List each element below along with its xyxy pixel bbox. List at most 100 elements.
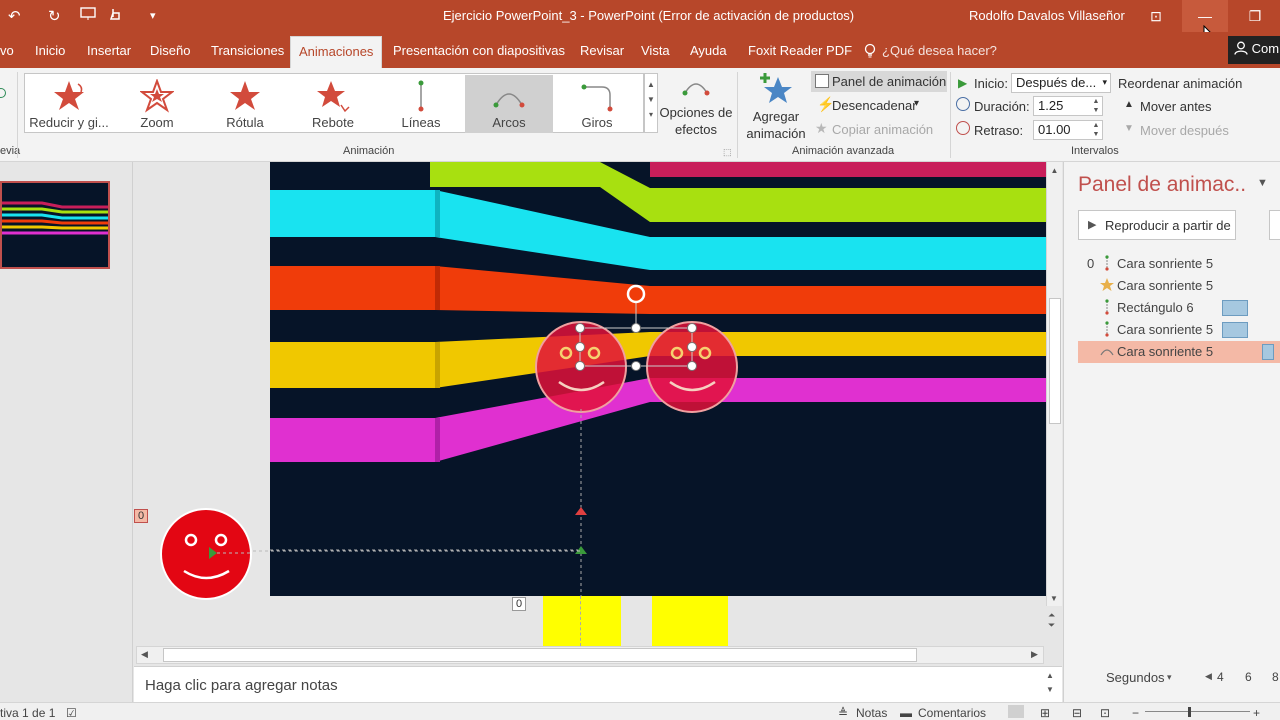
scroll-left-icon[interactable]: ◀ [141, 649, 148, 660]
timeline-left-icon[interactable]: ◀ [1205, 671, 1212, 682]
present-icon[interactable] [80, 7, 96, 25]
animation-pane-toggle[interactable]: Panel de animación [811, 71, 947, 92]
tab-ayuda[interactable]: Ayuda [690, 43, 727, 58]
pane-options-icon[interactable]: ▼ [1257, 177, 1268, 189]
yellow-rectangle-right[interactable] [652, 596, 728, 646]
dialog-launcher-icon[interactable]: ⬚ [723, 147, 732, 158]
timeline-tick: 8 [1272, 670, 1279, 684]
slide-sorter-icon[interactable]: ⊞ [1040, 706, 1050, 720]
restore-button[interactable]: ❐ [1232, 0, 1278, 32]
animation-item-selected[interactable]: Cara sonriente 5 [1078, 341, 1280, 363]
status-bar: tiva 1 de 1 ☑ ≜ Notas ▬ Comentarios ⊞ ⊟ … [0, 702, 1280, 720]
zoom-out-icon[interactable]: − [1132, 706, 1139, 720]
chevron-down-icon: ▾ [1167, 672, 1172, 682]
touch-mode-icon[interactable] [108, 7, 122, 27]
tab-archivo[interactable]: vo [0, 43, 14, 58]
tell-me-search[interactable]: ¿Qué desea hacer? [882, 43, 997, 58]
zoom-in-icon[interactable]: + [1253, 706, 1260, 720]
animation-item[interactable]: 0 Cara sonriente 5 [1078, 253, 1280, 275]
start-select[interactable]: Después de... ▾ [1011, 73, 1111, 93]
tab-revisar[interactable]: Revisar [580, 43, 624, 58]
preview-icon[interactable] [0, 88, 6, 98]
reading-view-icon[interactable]: ⊟ [1072, 706, 1082, 720]
comments-button[interactable]: Comentarios [918, 706, 986, 720]
redo-icon[interactable]: ↻ [48, 7, 61, 25]
anim-label: Rótula [226, 115, 264, 130]
anim-lineas[interactable]: Líneas [377, 75, 465, 133]
anim-rebote[interactable]: Rebote [289, 75, 377, 133]
star-zoom-icon [140, 79, 174, 113]
timeline-bar[interactable] [1222, 322, 1248, 338]
anim-arcos[interactable]: Arcos [465, 75, 553, 133]
pane-arrows-button[interactable] [1269, 210, 1280, 240]
yellow-rectangle-left[interactable] [543, 596, 621, 646]
group-label-advanced: Animación avanzada [792, 145, 895, 157]
notes-pane[interactable]: Haga clic para agregar notas ▲ ▼ [134, 666, 1062, 702]
anim-reducir-y-girar[interactable]: Reducir y gi... [25, 75, 113, 133]
move-earlier-button[interactable]: Mover antes [1140, 99, 1212, 114]
seconds-dropdown[interactable]: Segundos [1106, 670, 1165, 685]
tab-foxit[interactable]: Foxit Reader PDF [748, 43, 852, 58]
vertical-scrollbar[interactable]: ▲ ▼ [1046, 162, 1062, 606]
timeline-bar[interactable] [1262, 344, 1274, 360]
vertical-scroll-thumb[interactable] [1049, 298, 1061, 424]
add-animation-button[interactable]: Agregar animación [741, 71, 811, 142]
anim-label: Arcos [492, 115, 526, 130]
scroll-up-icon[interactable]: ▲ [1047, 166, 1062, 175]
customize-dropdown-icon[interactable]: ▾ [150, 9, 156, 22]
tab-animaciones[interactable]: Animaciones [290, 36, 383, 68]
animation-item[interactable]: Cara sonriente 5 [1078, 319, 1280, 341]
effect-options-line2: efectos [675, 122, 717, 137]
gallery-scroll[interactable]: ▲ ▼ ▾ [644, 73, 658, 133]
tab-insertar[interactable]: Insertar [87, 43, 131, 58]
timeline-tick: 6 [1245, 670, 1252, 684]
normal-view-icon[interactable] [1008, 705, 1024, 718]
share-button[interactable]: Com [1228, 36, 1280, 64]
trigger-button[interactable]: Desencadenar [832, 98, 917, 113]
spellcheck-icon[interactable]: ☑ [66, 706, 77, 720]
timeline-bar[interactable] [1222, 300, 1248, 316]
play-from-button[interactable]: ▶ Reproducir a partir de [1078, 210, 1236, 240]
animation-order-badge-below[interactable]: 0 [512, 597, 527, 611]
zoom-slider[interactable] [1145, 711, 1250, 712]
person-icon [1234, 41, 1248, 55]
tab-vista[interactable]: Vista [641, 43, 670, 58]
slideshow-icon[interactable]: ⊡ [1100, 706, 1110, 720]
animation-item[interactable]: Rectángulo 6 [1078, 297, 1280, 319]
delay-clock-icon [956, 121, 970, 135]
anim-rotula[interactable]: Rótula [201, 75, 289, 133]
duration-spinner[interactable]: ▲ ▼ [1090, 97, 1102, 117]
horizontal-scroll-thumb[interactable] [163, 648, 917, 662]
zoom-slider-thumb[interactable] [1188, 707, 1191, 717]
animation-item[interactable]: Cara sonriente 5 [1078, 275, 1280, 297]
tab-presentacion[interactable]: Presentación con diapositivas [393, 43, 565, 58]
notes-button[interactable]: Notas [856, 706, 887, 720]
smiley-face-offslide[interactable] [159, 507, 253, 601]
effect-options-icon [682, 83, 710, 96]
tab-diseno[interactable]: Diseño [150, 43, 190, 58]
delay-spinner[interactable]: ▲ ▼ [1090, 121, 1102, 141]
move-later-button[interactable]: Mover después [1140, 123, 1229, 138]
horizontal-scrollbar[interactable]: ◀ ▶ [136, 646, 1044, 664]
slide-thumbnail-1[interactable] [0, 181, 110, 269]
prev-next-slide-icons[interactable]: ⏶ ⏷ [1048, 610, 1055, 630]
undo-icon[interactable]: ↶ [8, 7, 21, 25]
scroll-down-icon[interactable]: ▼ [1050, 594, 1058, 603]
effect-options-button[interactable]: Opciones de efectos [658, 73, 734, 138]
anim-giros[interactable]: Giros [553, 75, 641, 133]
anim-label: Zoom [140, 115, 174, 130]
user-name[interactable]: Rodolfo Davalos Villaseñor [969, 8, 1125, 23]
anim-zoom[interactable]: Zoom [113, 75, 201, 133]
anim-label: Líneas [401, 115, 441, 130]
tab-transiciones[interactable]: Transiciones [211, 43, 284, 58]
duration-field[interactable]: 1.25 ▲ ▼ [1033, 96, 1103, 116]
ribbon-display-options-icon[interactable]: ⊡ [1133, 0, 1179, 32]
animation-order-badge[interactable]: 0 [134, 509, 149, 523]
trigger-dropdown-icon[interactable]: ▾ [914, 98, 919, 109]
slide-1[interactable] [270, 162, 1046, 596]
scroll-right-icon[interactable]: ▶ [1031, 649, 1038, 660]
tab-inicio[interactable]: Inicio [35, 43, 65, 58]
notes-scroll[interactable]: ▲ ▼ [1046, 669, 1054, 697]
delay-field[interactable]: 01.00 ▲ ▼ [1033, 120, 1103, 140]
copy-animation-button[interactable]: Copiar animación [832, 122, 933, 137]
